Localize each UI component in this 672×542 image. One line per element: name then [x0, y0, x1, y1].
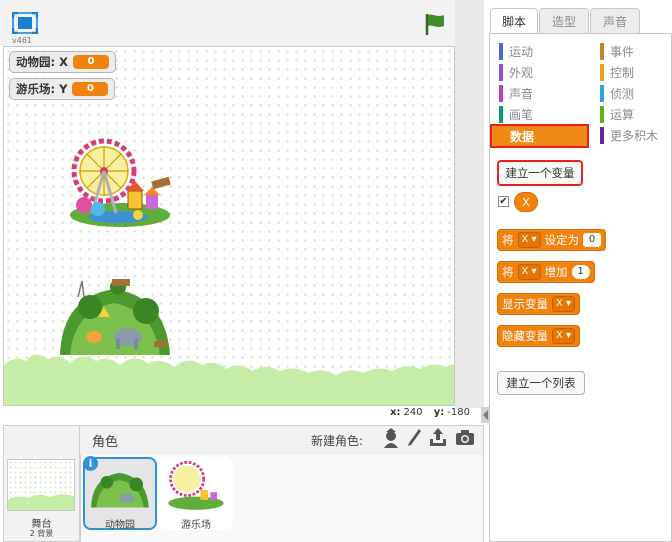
x-value: 240 — [403, 407, 423, 418]
stage-canvas[interactable]: 动物园: X 0 游乐场: Y 0 — [3, 46, 455, 406]
category-label: 外观 — [509, 66, 534, 80]
category-sound[interactable]: 声音 — [499, 84, 589, 103]
y-label: y: — [433, 407, 445, 418]
variable-reporter[interactable]: X — [514, 192, 538, 212]
category-more-blocks[interactable]: 更多积木 — [600, 126, 670, 145]
fullscreen-icon[interactable] — [11, 11, 39, 35]
backdrop-count: 2 背景 — [29, 529, 54, 538]
show-variable-block[interactable]: 显示变量 X ▾ — [497, 293, 581, 315]
version-label: v461 — [12, 36, 33, 45]
variable-monitor-x: 动物园: X 0 — [9, 51, 116, 73]
category-pen[interactable]: 画笔 — [499, 105, 589, 124]
show-variable-checkbox[interactable]: ✔ — [498, 196, 509, 207]
category-label: 事件 — [610, 45, 635, 59]
value-input[interactable]: 0 — [583, 233, 602, 247]
category-label: 运算 — [610, 108, 635, 122]
dropdown-value: X — [521, 266, 529, 277]
stage-toolbar — [0, 0, 484, 46]
monitor-label: 游乐场: Y — [16, 82, 68, 96]
variable-dropdown[interactable]: X ▾ — [552, 328, 576, 344]
sprite-name: 动物园 — [105, 520, 135, 531]
make-list-button[interactable]: 建立一个列表 — [497, 371, 585, 395]
block-text: 设定为 — [544, 233, 580, 247]
tab-costumes[interactable]: 造型 — [539, 8, 589, 33]
tab-scripts[interactable]: 脚本 — [490, 8, 538, 34]
category-sensing[interactable]: 侦测 — [600, 84, 670, 103]
category-control[interactable]: 控制 — [600, 63, 670, 82]
category-label: 控制 — [610, 66, 635, 80]
value-input[interactable]: 1 — [571, 265, 590, 279]
stage-thumbnail[interactable] — [7, 459, 75, 511]
dropdown-value: X — [556, 298, 563, 309]
green-flag-icon[interactable] — [424, 12, 446, 36]
category-label: 声音 — [509, 87, 534, 101]
block-text: 显示变量 — [502, 297, 548, 311]
category-data[interactable]: 数据 — [490, 124, 589, 148]
block-text: 隐藏变量 — [502, 329, 548, 343]
category-operators[interactable]: 运算 — [600, 105, 670, 124]
category-label: 数据 — [510, 129, 535, 144]
variable-monitor-y: 游乐场: Y 0 — [9, 78, 116, 100]
category-looks[interactable]: 外观 — [499, 63, 589, 82]
category-events[interactable]: 事件 — [600, 42, 670, 61]
monitor-value: 0 — [72, 55, 109, 69]
category-motion[interactable]: 运动 — [499, 42, 589, 61]
zoo-sprite[interactable] — [58, 277, 176, 355]
new-sprite-label: 新建角色: — [311, 434, 364, 448]
camera-icon[interactable] — [455, 430, 475, 449]
make-variable-button[interactable]: 建立一个变量 — [497, 160, 583, 186]
monitor-value: 0 — [72, 82, 109, 96]
sprite-library-icon[interactable] — [382, 428, 400, 451]
variable-dropdown[interactable]: X ▾ — [517, 264, 541, 280]
category-label: 画笔 — [509, 108, 534, 122]
block-text: 将 — [502, 233, 514, 247]
set-variable-block[interactable]: 将 X ▾ 设定为 0 — [497, 229, 607, 251]
y-value: -180 — [447, 407, 470, 418]
dropdown-value: X — [556, 330, 563, 341]
tab-sounds[interactable]: 声音 — [590, 8, 640, 33]
sprites-title: 角色 — [92, 435, 119, 450]
upload-icon[interactable] — [429, 427, 447, 450]
hide-variable-block[interactable]: 隐藏变量 X ▾ — [497, 325, 581, 347]
grass-background — [4, 347, 454, 405]
block-text: 将 — [502, 265, 514, 279]
variable-dropdown[interactable]: X ▾ — [552, 296, 576, 312]
divider — [455, 0, 484, 408]
category-label: 运动 — [509, 45, 534, 59]
amusement-park-sprite[interactable] — [68, 135, 172, 229]
category-label: 更多积木 — [610, 129, 659, 143]
variable-dropdown[interactable]: X ▾ — [517, 232, 541, 248]
category-label: 侦测 — [610, 87, 635, 101]
x-label: x: — [390, 407, 401, 418]
paint-brush-icon[interactable] — [406, 428, 422, 451]
block-text: 增加 — [544, 265, 568, 279]
info-icon[interactable]: i — [83, 456, 98, 471]
sprite-card-amusement-park[interactable]: 游乐场 — [159, 457, 233, 531]
mouse-coordinates: x: 240 y: -180 — [390, 407, 470, 418]
dropdown-value: X — [521, 234, 529, 245]
change-variable-block[interactable]: 将 X ▾ 增加 1 — [497, 261, 595, 283]
sprite-name: 游乐场 — [181, 520, 211, 531]
monitor-label: 动物园: X — [16, 55, 68, 69]
